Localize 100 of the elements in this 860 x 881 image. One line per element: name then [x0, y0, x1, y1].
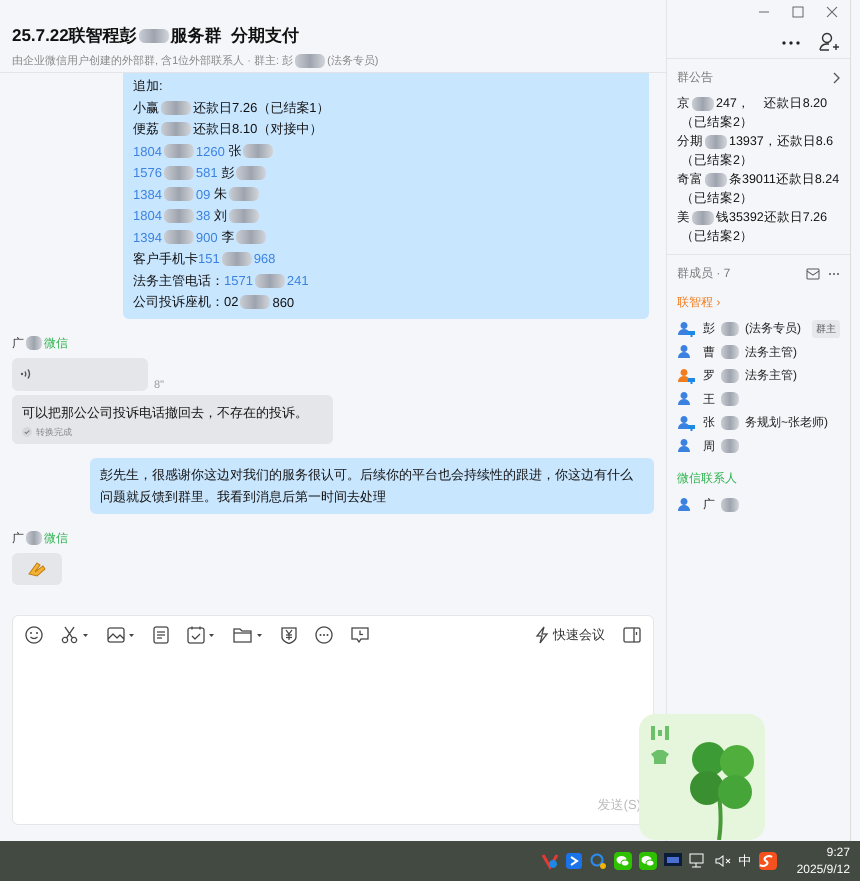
member-role: (法务专员) [745, 320, 801, 338]
phone-link[interactable]: 900 [196, 230, 218, 245]
redaction-blur [164, 144, 194, 158]
text-label: 美 [677, 209, 690, 226]
more-icon[interactable] [315, 626, 333, 644]
member-name[interactable]: 王 [703, 390, 715, 408]
member-role: 务规划~张老师) [745, 414, 828, 432]
source-label: 微信 [44, 530, 68, 547]
redaction-blur [721, 416, 739, 430]
redaction-blur [243, 144, 274, 158]
text-label: 13937，还款日8.6 [729, 133, 834, 150]
redaction-blur [236, 230, 266, 244]
redaction-blur [240, 295, 270, 310]
text-label: 彭 [220, 164, 234, 182]
redaction-blur [692, 210, 714, 224]
phone-link[interactable]: 151 [198, 251, 220, 266]
text-label: 法务主管电话： [133, 272, 224, 290]
clover-widget-drawing[interactable] [639, 714, 765, 840]
calendar-check-icon[interactable] [187, 626, 215, 644]
text-label: 条39011还款日8.24 [729, 171, 840, 188]
text-label: 京 [677, 95, 690, 112]
status-text: （已结案2） [681, 229, 753, 243]
redaction-blur [705, 134, 727, 148]
phone-link[interactable]: 968 [254, 251, 276, 266]
redaction-blur [161, 122, 191, 136]
document-icon[interactable] [153, 626, 169, 644]
redaction-blur [692, 96, 714, 110]
text-label: 刘 [213, 206, 228, 225]
member-name[interactable]: 曹 [703, 344, 715, 361]
group-label[interactable]: 联智程 › [677, 294, 840, 311]
emoji-icon[interactable] [25, 626, 43, 644]
text-label: 860 [272, 294, 294, 310]
section-title: 群成员 · 7 [677, 265, 730, 282]
chat-bubbles-icon[interactable] [614, 852, 632, 870]
phone-link[interactable]: 09 [196, 186, 210, 202]
text-label: 小赢 [133, 98, 159, 117]
phone-link[interactable]: 581 [196, 165, 218, 180]
redaction-blur [705, 172, 727, 186]
folder-icon[interactable] [233, 626, 263, 644]
text-label: 钱35392还款日7.26 [716, 209, 828, 226]
text-label: 张 [227, 142, 242, 160]
text-label: 服务群 分期支付 [170, 25, 300, 47]
maximize-icon[interactable] [792, 6, 804, 18]
phone-link[interactable]: 1804 [133, 144, 162, 159]
more-icon[interactable] [828, 272, 840, 276]
app-icon[interactable] [758, 852, 777, 870]
phone-link[interactable]: 1394 [133, 230, 162, 245]
text-label: 还款日7.26（已结案1） [193, 98, 330, 117]
member-name[interactable]: 张 [703, 414, 715, 432]
status-text: （已结案2） [681, 115, 753, 129]
app-icon[interactable] [588, 852, 607, 870]
more-icon[interactable] [782, 41, 800, 45]
close-icon[interactable] [826, 6, 838, 18]
text-label: 追加: [133, 77, 163, 96]
phone-link[interactable]: 38 [196, 208, 210, 224]
volume-muted-icon[interactable] [714, 853, 732, 869]
member-role: 法务主管) [745, 344, 797, 361]
status-text: （已结案2） [681, 191, 753, 205]
redaction-blur [236, 166, 266, 180]
quick-meeting-button[interactable]: 快速会议 [535, 626, 605, 644]
member-name[interactable]: 广 [703, 496, 715, 514]
app-icon[interactable] [664, 853, 682, 869]
redaction-blur [721, 498, 739, 512]
redaction-blur [164, 166, 194, 180]
phone-link[interactable]: 1384 [133, 186, 162, 202]
member-name[interactable]: 周 [703, 438, 715, 455]
sender-name: 广 [12, 530, 24, 547]
chat-bubbles-icon[interactable] [638, 852, 657, 870]
phone-link[interactable]: 1804 [133, 208, 162, 224]
chevron-right-icon[interactable] [832, 72, 840, 84]
clock-time[interactable]: 9:27 [826, 844, 850, 861]
clock-date[interactable]: 2025/9/12 [796, 861, 850, 878]
image-icon[interactable] [107, 626, 135, 644]
redaction-blur [222, 252, 252, 266]
text-label: 分期 [677, 133, 703, 150]
yuan-shield-icon[interactable] [281, 626, 297, 644]
phone-link[interactable]: 1576 [133, 165, 162, 180]
scissors-icon[interactable] [61, 626, 89, 644]
phone-link[interactable]: 1571 [224, 273, 253, 288]
group-label[interactable]: 微信联系人 [677, 470, 840, 487]
app-icon[interactable] [566, 853, 582, 869]
input-method-indicator[interactable]: 中 [738, 852, 752, 870]
section-title: 群公告 [677, 69, 713, 86]
clock-message-icon[interactable] [351, 626, 369, 644]
phone-link[interactable]: 241 [286, 273, 309, 288]
text-label: (法务专员) [327, 54, 378, 68]
text-label: 还款日8.10（对接中） [193, 120, 322, 138]
phone-link[interactable]: 1260 [196, 144, 225, 159]
redaction-blur [161, 100, 191, 115]
redaction-blur [26, 336, 42, 350]
side-panel-icon[interactable] [623, 626, 641, 643]
owner-badge: 群主 [812, 320, 840, 338]
sender-name: 广 [12, 334, 24, 352]
text-label: 客户手机卡 [133, 250, 198, 268]
mail-icon[interactable] [806, 268, 820, 280]
text-label: 25.7.22联智程彭 [12, 25, 137, 47]
sound-wave-icon [20, 368, 32, 380]
member-name[interactable]: 罗 [703, 367, 715, 384]
member-name[interactable]: 彭 [703, 320, 715, 338]
redaction-blur [721, 392, 739, 406]
